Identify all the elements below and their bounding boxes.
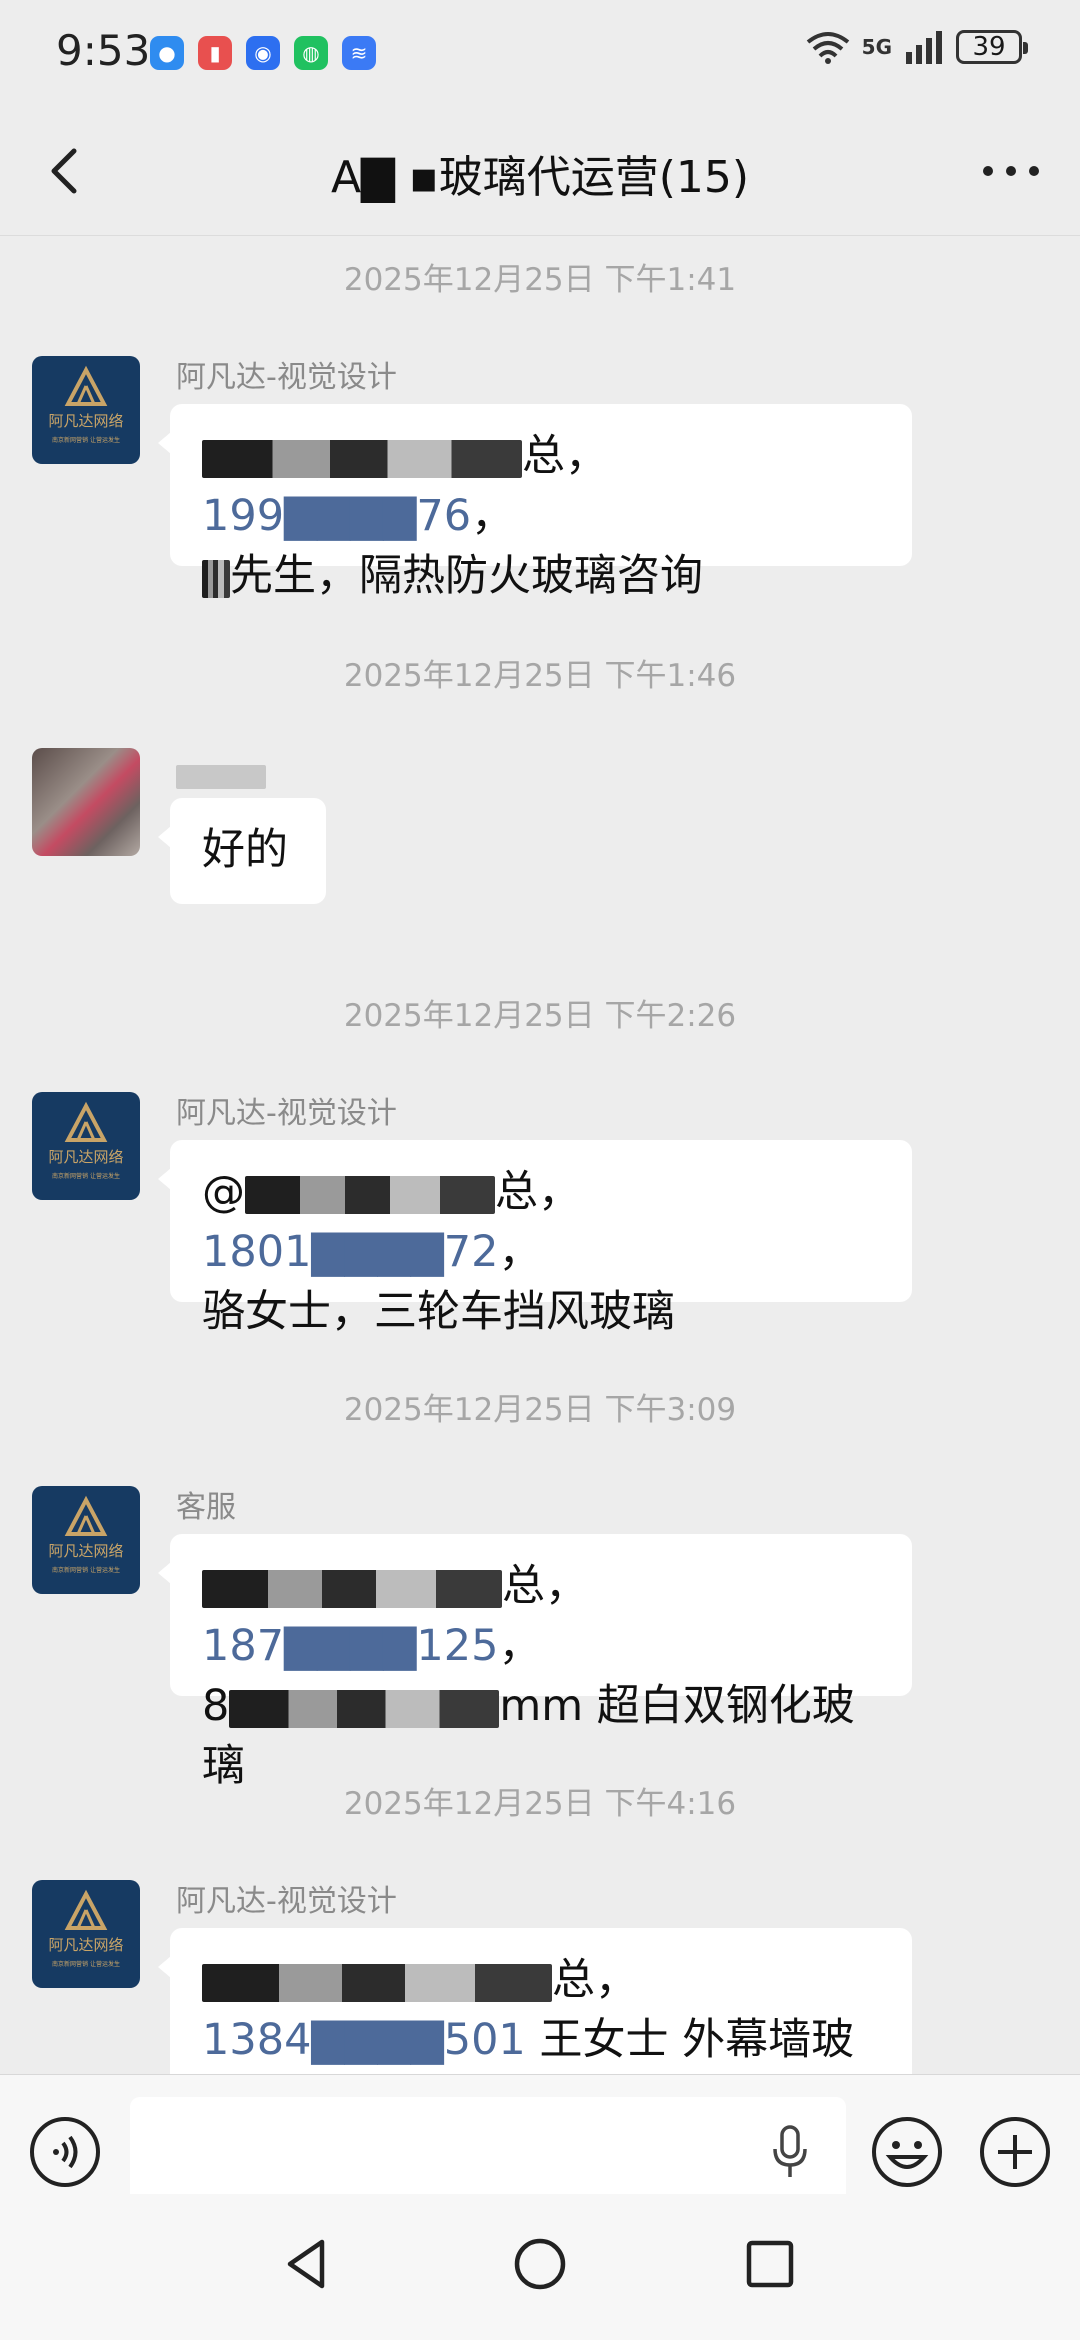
svg-text:阿凡达网络: 阿凡达网络 [48, 1148, 123, 1166]
add-attachment-icon[interactable] [978, 2115, 1052, 2189]
nav-home-icon[interactable] [510, 2234, 570, 2294]
svg-text:南京新网营销 让营运发生: 南京新网营销 让营运发生 [52, 1566, 120, 1574]
notification-icons: ● ▮ ◉ ◍ ≋ [150, 36, 376, 70]
sender-name: 客服 [176, 1490, 236, 1525]
status-time: 9:53 [56, 26, 151, 75]
sender-name: 阿凡达-视觉设计 [176, 360, 397, 395]
message-line: 骆女士，三轮车挡风玻璃 [202, 1287, 675, 1337]
avatar[interactable]: 阿凡达网络 南京新网营销 让营运发生 [32, 1486, 140, 1594]
phone-number-link[interactable]: 1384▇▇▇▇501 [202, 2015, 526, 2065]
message-bubble[interactable]: 总，199▇▇▇▇76， 先生，隔热防火玻璃咨询 [158, 404, 912, 601]
system-nav-bar [0, 2194, 1080, 2340]
sender-name [176, 758, 266, 793]
message-timestamp: 2025年12月25日 下午4:16 [343, 1786, 737, 1822]
svg-text:阿凡达网络: 阿凡达网络 [48, 412, 123, 430]
svg-text:阿凡达网络: 阿凡达网络 [48, 1936, 123, 1954]
message-bubble[interactable]: 总， 1384▇▇▇▇501 王女士 外幕墙玻 [158, 1928, 912, 2074]
status-bar: 9:53 ● ▮ ◉ ◍ ≋ 5G 39 [0, 0, 1080, 105]
avatar[interactable]: 阿凡达网络 南京新网营销 让营运发生 [32, 356, 140, 464]
redacted-text [202, 439, 522, 478]
redacted-text [202, 559, 230, 598]
message-bubble[interactable]: 好的 [158, 798, 326, 904]
message-timestamp: 2025年12月25日 下午1:46 [343, 658, 737, 694]
more-options-icon[interactable] [976, 141, 1046, 201]
battery-indicator: 39 [956, 30, 1028, 64]
message-line: 总，199▇▇▇▇76， [202, 431, 608, 541]
audio-app-icon: ≋ [342, 36, 376, 70]
chat-input-bar [0, 2074, 1080, 2205]
message-timestamp: 2025年12月25日 下午3:09 [343, 1392, 737, 1428]
phone-number-link[interactable]: 187▇▇▇▇125 [202, 1621, 498, 1671]
chat-title: A▇ ▪玻璃代运营(15) [330, 152, 750, 203]
message-app-icon: ● [150, 36, 184, 70]
message-line: 1384▇▇▇▇501 王女士 外幕墙玻 [202, 2015, 855, 2065]
book-app-icon: ▮ [198, 36, 232, 70]
message-bubble[interactable]: 总，187▇▇▇▇125， 8 mm 超白双钢化玻璃 [158, 1534, 912, 1791]
network-type: 5G [861, 35, 892, 59]
nav-back-icon[interactable] [278, 2234, 338, 2294]
bulb-app-icon: ◉ [246, 36, 280, 70]
sender-name: 阿凡达-视觉设计 [176, 1884, 397, 1919]
message-line: 总，187▇▇▇▇125， [202, 1561, 588, 1671]
redacted-text [245, 1175, 495, 1214]
phone-number-link[interactable]: 1801▇▇▇▇72 [202, 1227, 498, 1277]
message-timestamp: 2025年12月25日 下午1:41 [343, 262, 737, 298]
message-line: @ 总，1801▇▇▇▇72， [202, 1167, 581, 1277]
redacted-text [176, 764, 266, 789]
redacted-text [229, 1689, 500, 1728]
brand-logo-icon: 阿凡达网络 南京新网营销 让营运发生 [48, 1495, 124, 1574]
message-list[interactable]: 2025年12月25日 下午1:41 阿凡达网络 南京新网营销 让营运发生 阿凡… [0, 236, 1080, 2074]
avatar[interactable] [32, 748, 140, 856]
voice-mode-icon[interactable] [28, 2115, 102, 2189]
brand-logo-icon: 阿凡达网络 南京新网营销 让营运发生 [48, 1101, 124, 1180]
avatar[interactable]: 阿凡达网络 南京新网营销 让营运发生 [32, 1092, 140, 1200]
sender-name: 阿凡达-视觉设计 [176, 1096, 397, 1131]
avatar[interactable]: 阿凡达网络 南京新网营销 让营运发生 [32, 1880, 140, 1988]
svg-text:南京新网营销 让营运发生: 南京新网营销 让营运发生 [52, 1960, 120, 1968]
message-bubble[interactable]: @ 总，1801▇▇▇▇72， 骆女士，三轮车挡风玻璃 [158, 1140, 912, 1337]
brand-logo-icon: 阿凡达网络 南京新网营销 让营运发生 [48, 1889, 124, 1968]
chat-header: A▇ ▪玻璃代运营(15) [0, 105, 1080, 236]
message-timestamp: 2025年12月25日 下午2:26 [343, 998, 737, 1034]
nav-recents-icon[interactable] [740, 2234, 800, 2294]
wechat-app-icon: ◍ [294, 36, 328, 70]
emoji-icon[interactable] [870, 2115, 944, 2189]
svg-text:南京新网营销 让营运发生: 南京新网营销 让营运发生 [52, 1172, 120, 1180]
status-indicators: 5G 39 [806, 30, 1028, 64]
message-line: 先生，隔热防火玻璃咨询 [202, 546, 880, 606]
message-text: 好的 [202, 825, 288, 875]
wifi-icon [806, 32, 849, 64]
brand-logo-icon: 阿凡达网络 南京新网营销 让营运发生 [48, 365, 124, 444]
phone-number-link[interactable]: 199▇▇▇▇76 [202, 491, 471, 541]
message-line: 总， [202, 1950, 880, 2010]
message-input[interactable] [130, 2097, 846, 2205]
redacted-text [202, 1963, 552, 2002]
redacted-text [202, 1569, 502, 1608]
svg-text:南京新网营销 让营运发生: 南京新网营销 让营运发生 [52, 436, 120, 444]
microphone-icon[interactable] [770, 2125, 810, 2179]
svg-text:阿凡达网络: 阿凡达网络 [48, 1542, 123, 1560]
signal-icon [906, 31, 942, 64]
